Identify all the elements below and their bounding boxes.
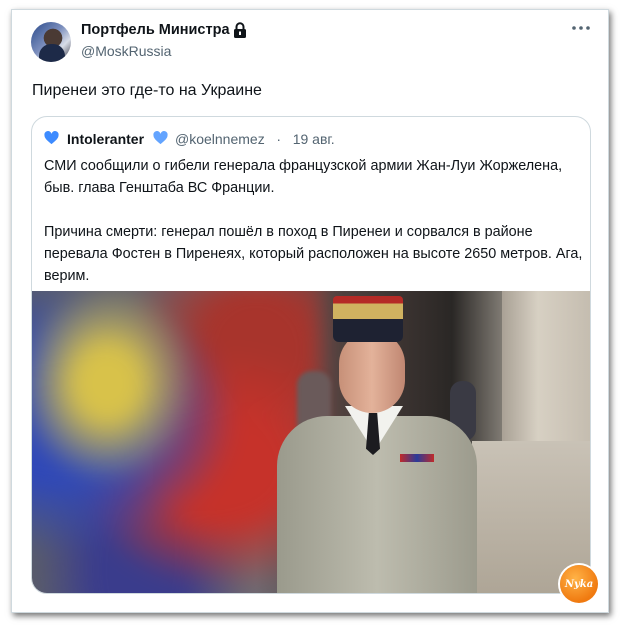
tweet-card[interactable]: Портфель Министра @MoskRussia Пиренеи эт…	[11, 9, 609, 613]
avatar-figure	[39, 44, 65, 62]
quoted-tweet[interactable]: Intoleranter @koelnnemez · 19 авг. СМИ с…	[31, 116, 591, 594]
blue-heart-icon	[44, 131, 59, 145]
quoted-meta: @koelnnemez · 19 авг.	[175, 131, 335, 147]
quoted-text: СМИ сообщили о гибели генерала французск…	[44, 155, 584, 287]
author-display-name[interactable]: Портфель Министра	[81, 22, 230, 38]
meta-separator: ·	[276, 131, 282, 147]
quoted-paragraph: СМИ сообщили о гибели генерала французск…	[44, 158, 563, 196]
general-head	[339, 331, 405, 413]
blue-heart-icon	[153, 131, 168, 145]
author-avatar[interactable]	[31, 22, 71, 62]
medal-ribbon	[400, 454, 434, 462]
quoted-media-photo[interactable]	[32, 291, 590, 593]
quoted-author-handle[interactable]: @koelnnemez	[175, 131, 265, 147]
tweet-text: Пиренеи это где-то на Украине	[32, 82, 262, 99]
quoted-paragraph: Причина смерти: генерал пошёл в поход в …	[44, 224, 583, 284]
watermark-text: Nyka	[564, 578, 594, 590]
watermark-logo: Nyka	[560, 565, 598, 603]
kepi-cap	[333, 296, 403, 342]
author-handle[interactable]: @MoskRussia	[81, 43, 171, 59]
quoted-author-name[interactable]: Intoleranter	[67, 131, 144, 147]
lock-icon	[234, 22, 246, 38]
more-horizontal-icon[interactable]	[571, 24, 591, 32]
quoted-date[interactable]: 19 авг.	[293, 131, 335, 147]
